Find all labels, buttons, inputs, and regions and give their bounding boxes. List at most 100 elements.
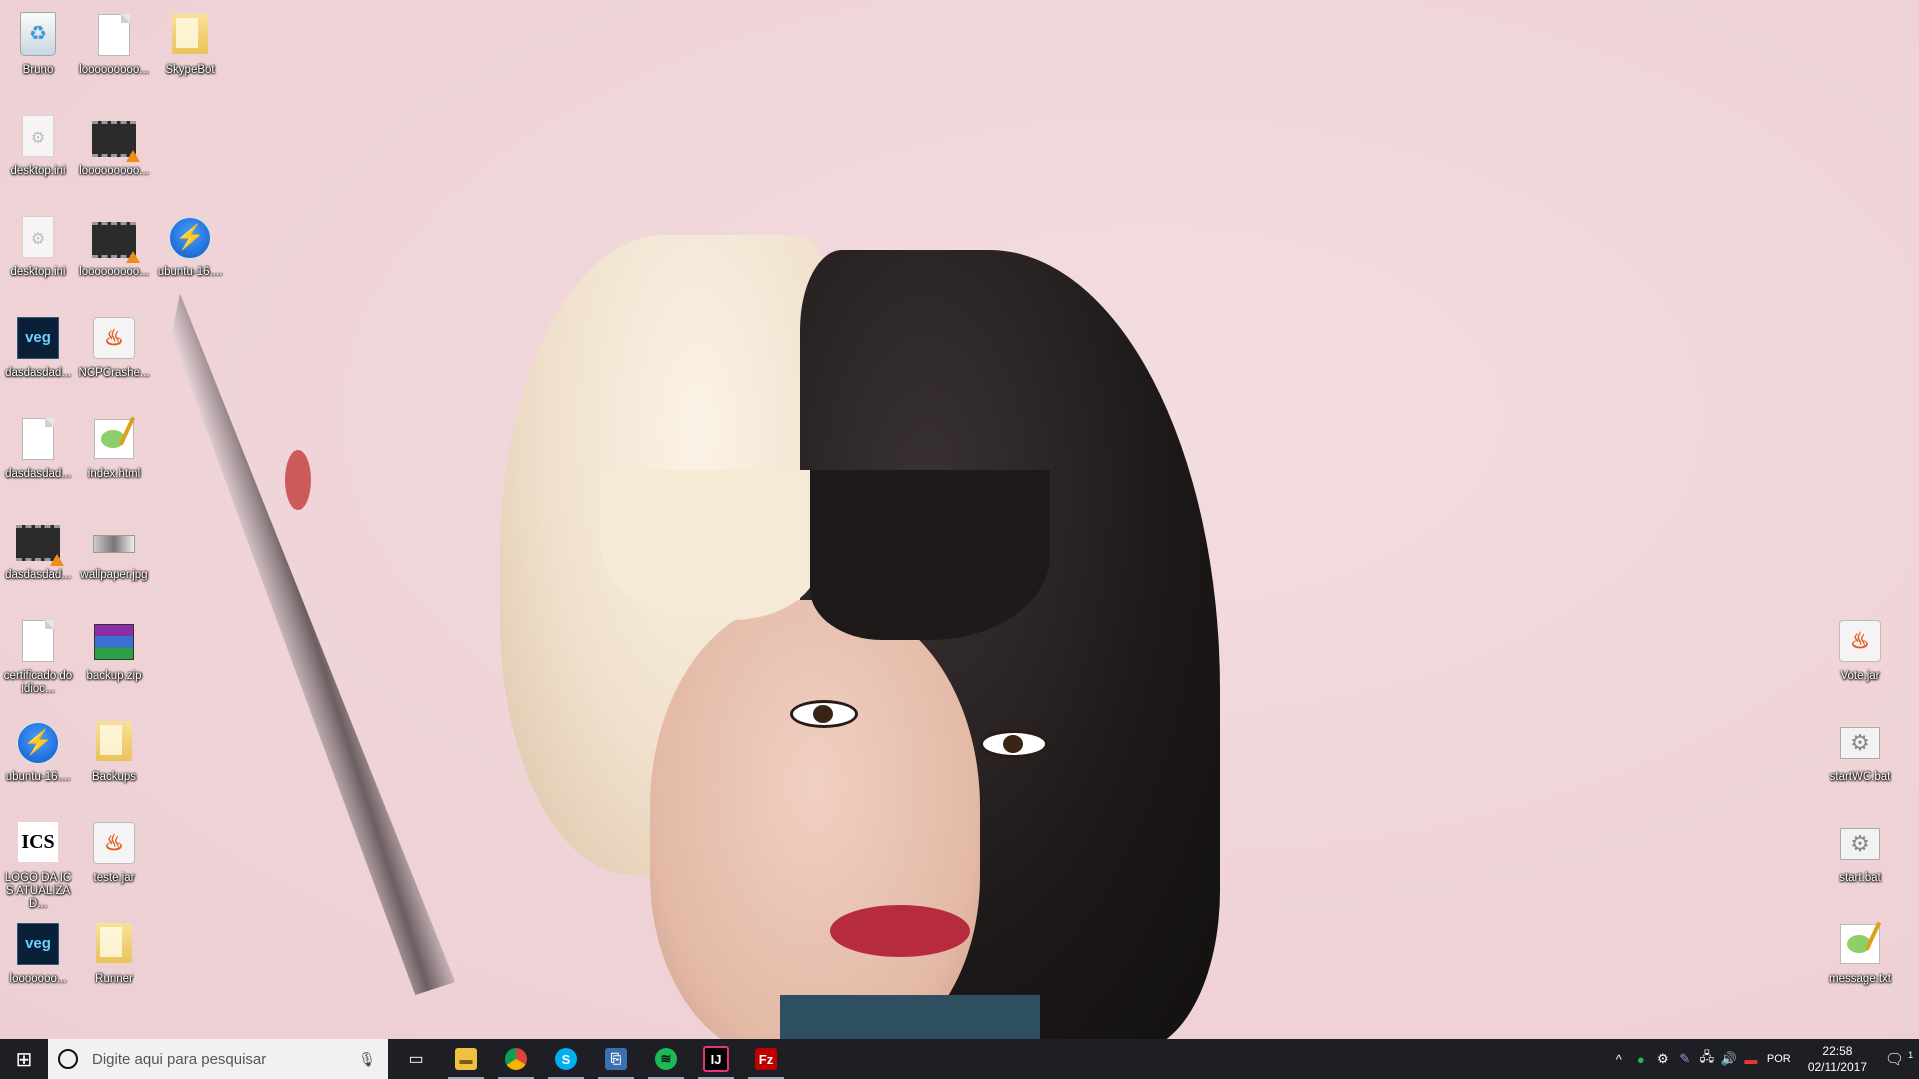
icon-label: teste.jar [93,872,135,884]
folder-icon [96,721,132,761]
desktop-icon-ubuntu-torrent-2[interactable]: ⚡ ubuntu-16.... [152,206,228,302]
icon-label: startWC.bat [1829,771,1891,783]
blank-file-icon [22,620,54,662]
icon-label: Vote.jar [1840,670,1880,682]
desktop-icon-index-html[interactable]: index.html [76,408,152,504]
icon-label: message.txt [1829,973,1891,985]
wallpaper-eye-right [980,730,1048,758]
desktop-icon-runner-folder[interactable]: Runner [76,913,152,1009]
task-view-button[interactable]: ▭ [392,1039,440,1079]
desktop-icon-backups-folder[interactable]: Backups [76,711,152,807]
vlc-video-icon [16,525,64,566]
desktop-icon-vegas-project[interactable]: veg dasdasdad... [0,307,76,403]
desktop-icon-startwc-bat[interactable]: ⚙ startWC.bat [1822,711,1898,807]
batch-file-icon: ⚙ [1840,828,1880,860]
icon-label: backup.zip [86,670,142,682]
wallpaper-lips [830,905,970,957]
torrent-lightning-icon: ⚡ [168,216,212,260]
taskbar-filezilla[interactable]: Fz [742,1039,790,1079]
desktop-icon-loooo-file[interactable]: looooooooo... [76,4,152,100]
icon-label: looooooooo... [79,165,149,177]
taskbar-chrome[interactable] [492,1039,540,1079]
torrent-lightning-icon: ⚡ [16,721,60,765]
desktop-icon-recycle-bin[interactable]: ♻ Bruno [0,4,76,100]
desktop-icon-skypebot-folder[interactable]: SkypeBot [152,4,228,100]
icon-label: SkypeBot [165,64,215,76]
desktop-icon-teste-jar[interactable]: ♨ teste.jar [76,812,152,908]
notepad-plus-file-icon [1840,924,1880,964]
spotify-tray-icon[interactable]: ● [1630,1052,1652,1067]
microphone-icon[interactable]: 🎙 [358,1051,376,1068]
desktop-icon-certificado[interactable]: certificado do idioc... [0,610,76,706]
desktop-icon-vote-jar[interactable]: ♨ Vote.jar [1822,610,1898,706]
icon-label: index.html [87,468,141,480]
icon-label: certificado do idioc... [3,670,73,695]
vlc-video-icon [92,121,140,162]
desktop-wallpaper: ♻ Bruno ⚙ desktop.ini ⚙ desktop.ini veg … [0,0,1919,1040]
java-jar-icon: ♨ [93,822,135,864]
volume-icon[interactable]: 🔊 [1718,1051,1740,1067]
icon-label: NCPCrashe... [78,367,150,379]
image-file-icon [93,535,135,553]
task-view-icon: ▭ [408,1051,424,1068]
notepad-plus-file-icon [94,419,134,459]
intellij-icon: IJ [703,1046,729,1072]
wallpaper-face [650,600,980,1040]
desktop-icon-video[interactable]: dasdasdad... [0,509,76,605]
filezilla-icon: Fz [755,1048,777,1070]
ics-logo-icon: ICS [18,822,58,862]
java-jar-icon: ♨ [1839,620,1881,662]
icon-label: looooooooo... [79,64,149,76]
steam-tray-icon[interactable]: ⚙ [1652,1051,1674,1067]
desktop-icon-loooo-video[interactable]: looooooooo... [76,105,152,201]
icon-label: looooooooo... [79,266,149,278]
settings-file-icon: ⚙ [22,216,54,258]
icon-label: dasdasdad... [5,468,71,480]
icon-label: ubuntu-16.... [157,266,223,278]
desktop-icon-ubuntu-torrent[interactable]: ⚡ ubuntu-16.... [0,711,76,807]
taskbar-file-explorer[interactable]: ▬ [442,1039,490,1079]
icon-label: desktop.ini [10,266,66,278]
show-hidden-icons-chevron-icon[interactable]: ^ [1608,1052,1630,1067]
taskbar-spotify[interactable]: ≋ [642,1039,690,1079]
network-app-icon: ⎘ [605,1048,627,1070]
desktop-icon-backup-zip[interactable]: backup.zip [76,610,152,706]
windows-start-button[interactable]: ⊞ [0,1039,48,1079]
blank-file-icon [98,14,130,56]
search-placeholder: Digite aqui para pesquisar [92,1050,267,1068]
desktop-icon-start-bat[interactable]: ⚙ start.bat [1822,812,1898,908]
taskbar-skype[interactable]: S [542,1039,590,1079]
notification-count: 1 [1908,1050,1914,1060]
wallpaper-shirt [780,995,1040,1040]
icon-label: dasdasdad... [5,367,71,379]
icon-label: Backups [91,771,137,783]
desktop-icon-ncpcrashe[interactable]: ♨ NCPCrashe... [76,307,152,403]
desktop-icon-loooo-video-2[interactable]: looooooooo... [76,206,152,302]
desktop-icon-wallpaper-jpg[interactable]: wallpaper.jpg [76,509,152,605]
desktop-icon-message-txt[interactable]: message.txt [1822,913,1898,1009]
folder-icon [96,923,132,963]
wallpaper-blood [285,450,311,510]
network-icon[interactable]: 🖧 [1696,1048,1718,1070]
icon-label: Bruno [22,64,54,76]
icon-label: ubuntu-16.... [5,771,71,783]
action-center-button[interactable]: 🗨 1 [1879,1050,1919,1068]
battery-alert-icon[interactable]: ▬ [1740,1052,1762,1067]
wallpaper-eye-left [790,700,858,728]
language-indicator[interactable]: POR [1762,1053,1796,1065]
desktop-icon-text-file[interactable]: dasdasdad... [0,408,76,504]
vlc-video-icon [92,222,140,263]
clock[interactable]: 22:58 02/11/2017 [1796,1043,1879,1075]
desktop-icon-vegas-project-2[interactable]: veg looooooo... [0,913,76,1009]
desktop-icon-desktop-ini[interactable]: ⚙ desktop.ini [0,105,76,201]
pen-tray-icon[interactable]: ✎ [1674,1051,1696,1067]
desktop-icon-desktop-ini-2[interactable]: ⚙ desktop.ini [0,206,76,302]
taskbar-network-app[interactable]: ⎘ [592,1039,640,1079]
spotify-icon: ≋ [655,1048,677,1070]
vegas-file-icon: veg [17,317,59,359]
folder-icon [172,14,208,54]
search-box[interactable]: Digite aqui para pesquisar 🎙 [48,1039,388,1079]
taskbar-intellij[interactable]: IJ [692,1039,740,1079]
recycle-bin-icon: ♻ [20,12,56,56]
desktop-icon-logo-ics[interactable]: ICS LOGO DA ICS ATUALIZAD... [0,812,76,910]
